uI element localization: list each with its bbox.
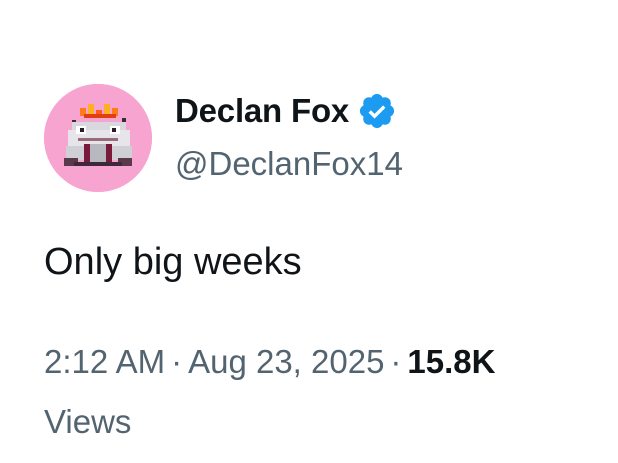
display-name[interactable]: Declan Fox	[175, 86, 349, 136]
tweet-time[interactable]: 2:12 AM	[44, 343, 165, 380]
author-header: Declan Fox @DeclanFox14	[175, 86, 403, 186]
avatar[interactable]	[44, 84, 152, 192]
meta-separator: ·	[171, 343, 183, 380]
tweet-text: Only big weeks	[44, 241, 302, 283]
pixel-frog-avatar-icon	[44, 84, 152, 192]
views-count[interactable]: 15.8K	[407, 343, 495, 380]
meta-separator: ·	[390, 343, 402, 380]
verified-badge-icon[interactable]	[357, 91, 397, 131]
tweet-meta: 2:12 AM · Aug 23, 2025 · 15.8K	[44, 338, 495, 386]
user-handle[interactable]: @DeclanFox14	[175, 142, 403, 186]
tweet-date[interactable]: Aug 23, 2025	[188, 343, 384, 380]
name-row: Declan Fox	[175, 86, 403, 136]
tweet-card: Declan Fox @DeclanFox14 Only big weeks 2…	[0, 0, 618, 463]
views-label: Views	[44, 403, 132, 440]
